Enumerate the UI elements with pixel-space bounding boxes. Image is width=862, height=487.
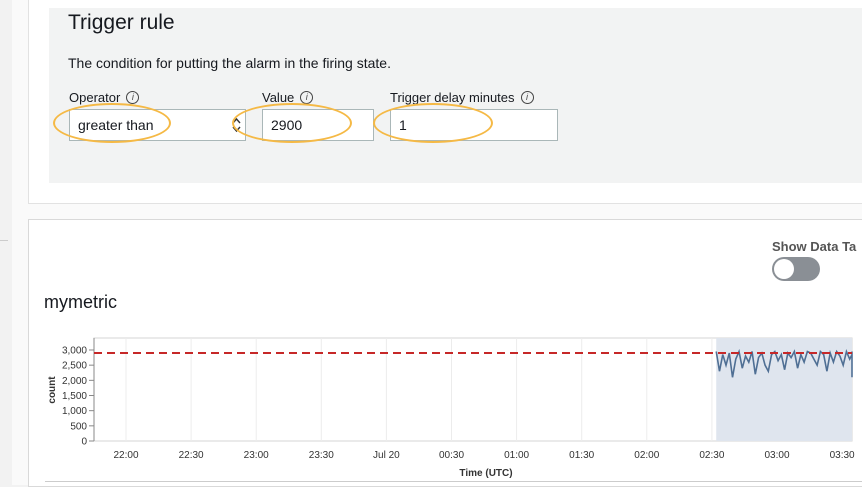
- y-tick-label: 2,000: [62, 376, 87, 387]
- x-tick-label: 01:00: [504, 450, 529, 461]
- divider: [45, 481, 862, 482]
- x-axis-label: Time (UTC): [459, 468, 512, 479]
- y-tick-label: 0: [81, 437, 87, 448]
- x-tick-label: 01:30: [569, 450, 594, 461]
- x-tick-label: 22:00: [113, 450, 138, 461]
- x-tick-label: 22:30: [179, 450, 204, 461]
- metric-chart: count Time (UTC) 22:00 22:30 23:00 23:30 Jul…: [47, 337, 855, 479]
- y-tick-label: 1,500: [62, 391, 87, 402]
- x-tick-label: 03:00: [764, 450, 789, 461]
- x-tick-label: 02:00: [634, 450, 659, 461]
- x-tick-label: 23:30: [309, 450, 334, 461]
- x-tick-label: Jul 20: [373, 450, 400, 461]
- x-tick-label: 00:30: [439, 450, 464, 461]
- x-tick-label: 03:30: [830, 450, 855, 461]
- y-tick-label: 3,000: [62, 346, 87, 357]
- y-tick-label: 1,000: [62, 406, 87, 417]
- x-tick-label: 23:00: [244, 450, 269, 461]
- y-tick-label: 500: [70, 421, 87, 432]
- x-tick-label: 02:30: [699, 450, 724, 461]
- y-axis-label: count: [47, 376, 58, 404]
- y-tick-label: 2,500: [62, 361, 87, 372]
